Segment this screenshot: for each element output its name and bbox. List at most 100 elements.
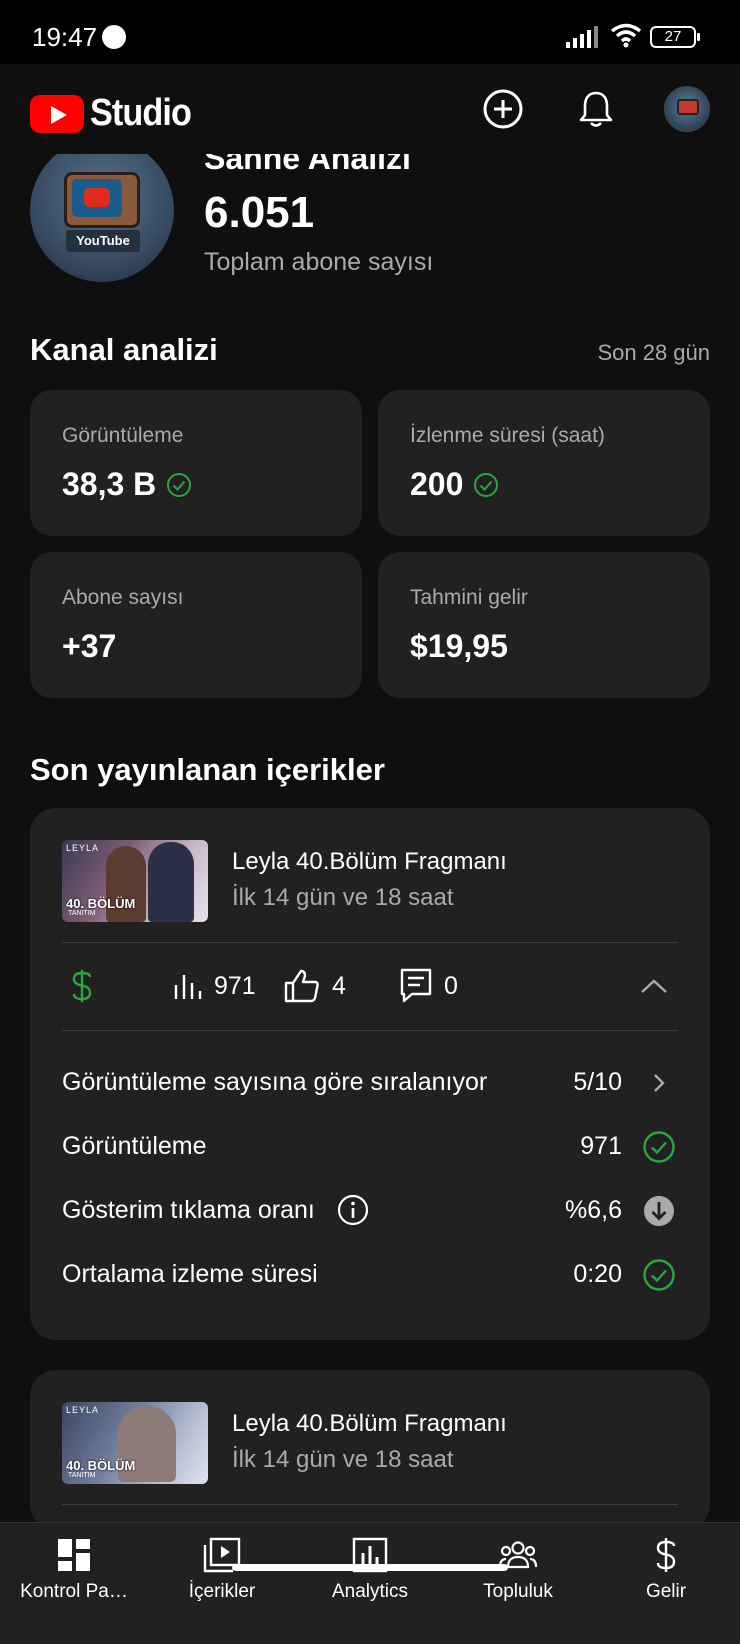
card-value: +37 bbox=[62, 628, 117, 664]
card-label: Tahmini gelir bbox=[410, 586, 528, 609]
card-value: 38,3 B bbox=[62, 466, 157, 502]
thumbnail-text: 40. BÖLÜM bbox=[66, 896, 136, 911]
metric-value: 5/10 bbox=[573, 1067, 622, 1096]
nav-analytics[interactable]: Analytics bbox=[296, 1523, 444, 1623]
thumbnail-text: LEYLA bbox=[66, 843, 100, 853]
dashboard-icon bbox=[58, 1539, 90, 1571]
notification-dot-icon bbox=[102, 25, 126, 49]
content-card: LEYLA 40. BÖLÜM TANITIM Leyla 40.Bölüm F… bbox=[30, 1370, 710, 1530]
dollar-icon bbox=[656, 1538, 676, 1572]
nav-content[interactable]: İçerikler bbox=[148, 1523, 296, 1623]
metric-value: 0:20 bbox=[573, 1259, 622, 1288]
likes-stat[interactable]: 4 bbox=[284, 942, 346, 1030]
likes-count: 4 bbox=[332, 971, 346, 1000]
thumbnail-text: 40. BÖLÜM bbox=[66, 1458, 136, 1473]
divider bbox=[62, 1030, 678, 1031]
card-label: İzlenme süresi (saat) bbox=[410, 424, 605, 447]
studio-app: Studio YouTube Sahne Analizi 6.051 Topla… bbox=[0, 64, 740, 1644]
metric-row-ctr: Gösterim tıklama oranı %6,6 bbox=[62, 1190, 678, 1230]
check-circle-icon bbox=[167, 472, 192, 497]
metric-value: %6,6 bbox=[565, 1195, 622, 1224]
nav-label: Gelir bbox=[645, 1581, 687, 1602]
nav-label: Kontrol Pa… bbox=[20, 1581, 128, 1602]
nav-label: İçerikler bbox=[188, 1581, 256, 1602]
analytics-period[interactable]: Son 28 gün bbox=[597, 340, 710, 366]
metric-card-subscribers[interactable]: Abone sayısı +37 bbox=[30, 552, 362, 698]
metric-label: Görüntüleme sayısına göre sıralanıyor bbox=[62, 1067, 488, 1096]
signal-icon bbox=[566, 26, 598, 48]
channel-summary: YouTube Sahne Analizi 6.051 Toplam abone… bbox=[0, 154, 740, 344]
card-value: $19,95 bbox=[410, 628, 508, 664]
revenue-stat[interactable] bbox=[70, 942, 94, 1030]
check-circle-icon bbox=[643, 1131, 675, 1163]
bar-chart-icon bbox=[174, 975, 202, 999]
divider bbox=[62, 1504, 678, 1505]
chevron-right-icon bbox=[654, 1074, 665, 1092]
video-thumbnail[interactable]: LEYLA 40. BÖLÜM TANITIM bbox=[62, 1402, 208, 1484]
check-circle-icon bbox=[643, 1259, 675, 1291]
video-thumbnail[interactable]: LEYLA 40. BÖLÜM TANITIM bbox=[62, 840, 208, 922]
account-avatar[interactable] bbox=[664, 86, 710, 132]
bottom-navigation: Kontrol Pa… İçerikler Analytics Topluluk… bbox=[0, 1522, 740, 1644]
views-count: 971 bbox=[214, 971, 256, 1000]
thumbnail-text: TANITIM bbox=[68, 910, 96, 917]
nav-dashboard[interactable]: Kontrol Pa… bbox=[0, 1523, 148, 1623]
info-icon[interactable] bbox=[337, 1194, 369, 1226]
metric-value: 971 bbox=[580, 1131, 622, 1160]
comments-stat[interactable]: 0 bbox=[400, 942, 458, 1030]
chevron-up-icon bbox=[641, 979, 667, 993]
channel-avatar: YouTube bbox=[30, 154, 174, 282]
metric-card-views[interactable]: Görüntüleme 38,3 B bbox=[30, 390, 362, 536]
comment-icon bbox=[400, 968, 432, 1003]
ranking-row[interactable]: Görüntüleme sayısına göre sıralanıyor 5/… bbox=[62, 1062, 678, 1102]
nav-label: Analytics bbox=[331, 1581, 409, 1602]
video-title[interactable]: Leyla 40.Bölüm Fragmanı bbox=[232, 1410, 507, 1438]
metric-card-watch-time[interactable]: İzlenme süresi (saat) 200 bbox=[378, 390, 710, 536]
metric-row-avg-view-duration: Ortalama izleme süresi 0:20 bbox=[62, 1254, 678, 1294]
content-card: LEYLA 40. BÖLÜM TANITIM Leyla 40.Bölüm F… bbox=[30, 808, 710, 1340]
channel-avatar-text: YouTube bbox=[66, 230, 140, 252]
metric-label: Görüntüleme bbox=[62, 1131, 207, 1160]
bell-icon bbox=[579, 91, 613, 127]
thumbnail-text: LEYLA bbox=[66, 1405, 100, 1415]
thumbs-up-icon bbox=[284, 969, 319, 1003]
metric-label: Ortalama izleme süresi bbox=[62, 1259, 318, 1288]
metric-card-revenue[interactable]: Tahmini gelir $19,95 bbox=[378, 552, 710, 698]
recent-content-title: Son yayınlanan içerikler bbox=[30, 752, 385, 787]
collapse-button[interactable] bbox=[640, 942, 668, 1030]
card-value: 200 bbox=[410, 466, 464, 502]
channel-name: Sahne Analizi bbox=[204, 154, 411, 176]
status-bar: 19:47 27 bbox=[0, 0, 740, 64]
wifi-icon bbox=[610, 23, 642, 48]
battery-icon: 27 bbox=[650, 26, 700, 48]
dollar-icon bbox=[72, 970, 92, 1002]
metric-row-views: Görüntüleme 971 bbox=[62, 1126, 678, 1166]
logo-text: Studio bbox=[90, 92, 192, 134]
video-title[interactable]: Leyla 40.Bölüm Fragmanı bbox=[232, 848, 507, 876]
check-circle-icon bbox=[474, 472, 499, 497]
nav-earn[interactable]: Gelir bbox=[592, 1523, 740, 1623]
studio-logo[interactable]: Studio bbox=[30, 92, 202, 135]
card-label: Abone sayısı bbox=[62, 586, 184, 609]
comments-count: 0 bbox=[444, 971, 458, 1000]
card-label: Görüntüleme bbox=[62, 424, 184, 447]
plus-circle-icon bbox=[483, 89, 523, 129]
channel-play-icon bbox=[84, 188, 110, 207]
notifications-button[interactable] bbox=[571, 84, 621, 134]
subscriber-label: Toplam abone sayısı bbox=[204, 248, 434, 276]
nav-community[interactable]: Topluluk bbox=[444, 1523, 592, 1623]
nav-label: Topluluk bbox=[483, 1581, 553, 1602]
video-period: İlk 14 gün ve 18 saat bbox=[232, 1446, 454, 1473]
youtube-play-icon bbox=[30, 94, 84, 133]
thumbnail-text: TANITIM bbox=[68, 1472, 96, 1479]
status-time: 19:47 bbox=[32, 22, 98, 52]
video-period: İlk 14 gün ve 18 saat bbox=[232, 884, 454, 911]
arrow-down-circle-icon bbox=[644, 1196, 674, 1226]
video-stats-row: 971 4 0 bbox=[30, 942, 710, 1030]
create-button[interactable] bbox=[478, 84, 528, 134]
analytics-title: Kanal analizi bbox=[30, 332, 218, 367]
battery-level: 27 bbox=[664, 28, 682, 45]
views-stat[interactable]: 971 bbox=[172, 942, 256, 1030]
metric-label: Gösterim tıklama oranı bbox=[62, 1195, 315, 1224]
home-indicator[interactable] bbox=[232, 1564, 508, 1571]
